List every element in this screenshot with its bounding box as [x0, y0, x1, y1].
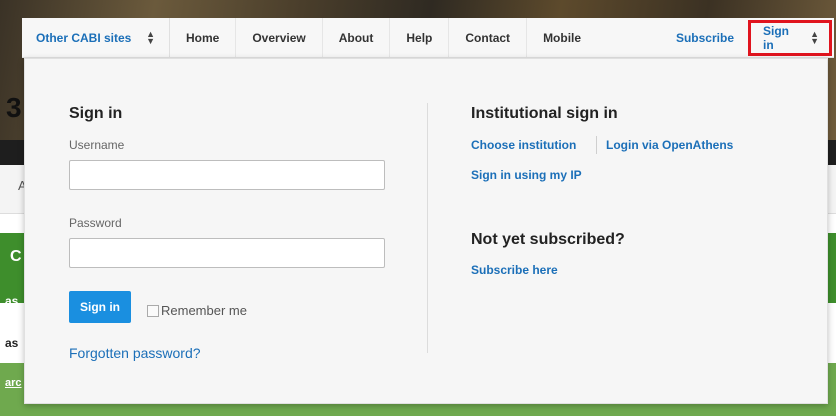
password-input[interactable] [69, 238, 385, 268]
remember-me-label: Remember me [161, 303, 247, 318]
forgotten-password-link[interactable]: Forgotten password? [69, 345, 201, 361]
nav-mobile[interactable]: Mobile [527, 18, 597, 57]
sign-in-ip-link[interactable]: Sign in using my IP [471, 168, 582, 182]
choose-institution-link[interactable]: Choose institution [471, 138, 576, 152]
nav-home[interactable]: Home [170, 18, 237, 57]
top-navigation-bar: Other CABI sites ▲ ▼ Home Overview About … [22, 18, 834, 58]
password-label: Password [69, 216, 122, 230]
nav-sign-in-dropdown[interactable]: Sign in ▲ ▼ [748, 19, 832, 56]
other-sites-label: Other CABI sites [36, 30, 132, 45]
openathens-login-link[interactable]: Login via OpenAthens [606, 138, 733, 152]
nav-sign-in-label: Sign in [763, 23, 789, 52]
link-separator [596, 136, 597, 154]
content-line-fragment: as [5, 336, 19, 350]
remember-me-checkbox[interactable] [147, 304, 159, 317]
sign-in-panel: Sign in Username Password Sign in Rememb… [24, 58, 828, 404]
nav-help[interactable]: Help [390, 18, 450, 57]
strip-link-fragment[interactable]: arc [5, 377, 22, 389]
up-down-chevron-icon: ▲ ▼ [146, 28, 155, 46]
not-subscribed-heading: Not yet subscribed? [471, 231, 625, 248]
nav-overview[interactable]: Overview [236, 18, 323, 57]
institutional-sign-in-heading: Institutional sign in [471, 105, 618, 122]
username-label: Username [69, 138, 125, 152]
sign-in-heading: Sign in [69, 105, 123, 122]
nav-subscribe[interactable]: Subscribe [662, 18, 748, 57]
nav-about[interactable]: About [323, 18, 391, 57]
column-divider [427, 103, 428, 353]
subscribe-here-link[interactable]: Subscribe here [471, 263, 558, 277]
site-logo-fragment: 3 [6, 92, 22, 123]
up-down-chevron-icon: ▲ ▼ [810, 28, 819, 46]
remember-me-option[interactable]: Remember me [147, 303, 247, 318]
banner-text-fragment: C [10, 248, 22, 265]
other-sites-dropdown[interactable]: Other CABI sites ▲ ▼ [22, 18, 170, 57]
banner-line-fragment: as [5, 294, 19, 308]
username-input[interactable] [69, 160, 385, 190]
nav-contact[interactable]: Contact [449, 18, 528, 57]
sign-in-button[interactable]: Sign in [69, 291, 131, 323]
